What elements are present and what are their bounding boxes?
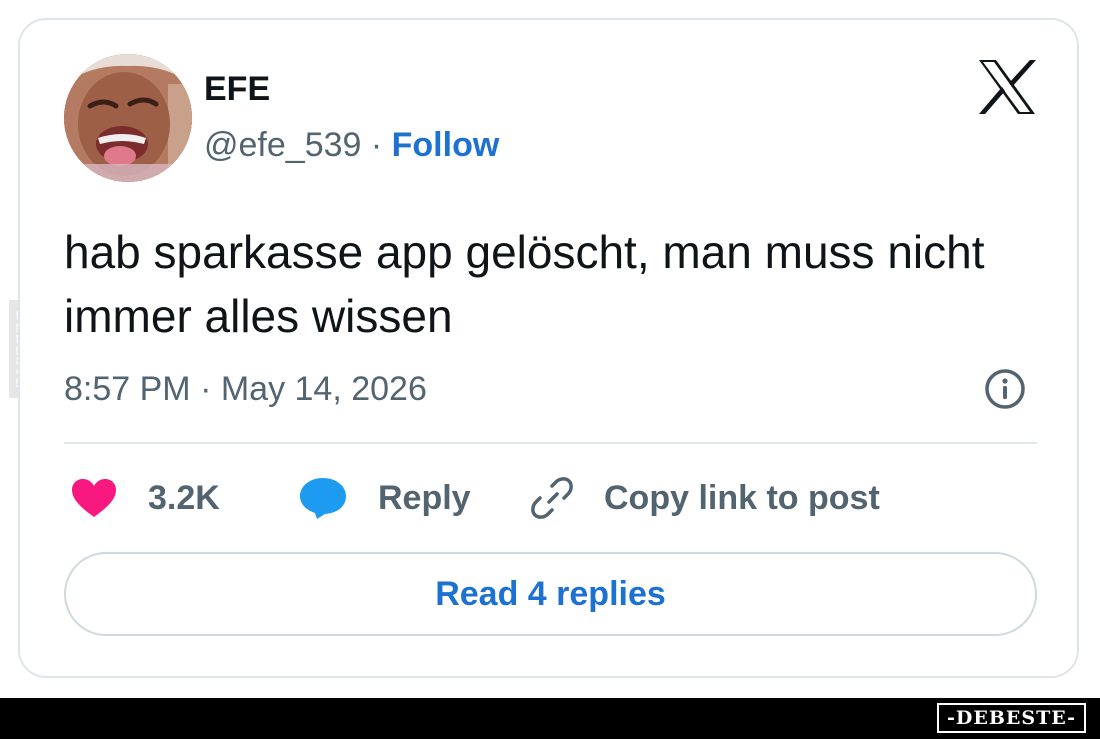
handle-row: @efe_539 · Follow [204,126,499,165]
copy-link-label: Copy link to post [604,478,880,517]
link-icon [531,477,573,519]
avatar-face-icon [64,54,192,182]
reply-button[interactable]: Reply [298,472,471,524]
follow-button[interactable]: Follow [392,126,500,164]
avatar[interactable] [64,54,192,182]
info-icon[interactable] [984,368,1026,410]
reply-bubble-icon [300,478,346,519]
debeste-logo: -DEBESTE- [937,703,1086,733]
tweet-timestamp[interactable]: 8:57 PM · May 14, 2026 [64,370,427,409]
author-handle[interactable]: @efe_539 [204,126,361,164]
tweet-text: hab sparkasse app gelöscht, man muss nic… [64,226,985,342]
like-button[interactable]: 3.2K [70,472,220,524]
tweet-card: EFE @efe_539 · Follow hab sparkasse app … [18,18,1079,678]
author-name[interactable]: EFE [204,70,270,109]
like-count: 3.2K [148,478,220,517]
divider [64,442,1037,444]
footer-bar: -DEBESTE- [0,698,1100,739]
handle-separator: · [361,126,392,164]
copy-link-button[interactable]: Copy link to post [530,472,880,524]
read-replies-button[interactable]: Read 4 replies [64,552,1037,636]
heart-icon [72,479,116,517]
x-logo-icon[interactable] [977,58,1037,116]
reply-label: Reply [378,478,471,517]
